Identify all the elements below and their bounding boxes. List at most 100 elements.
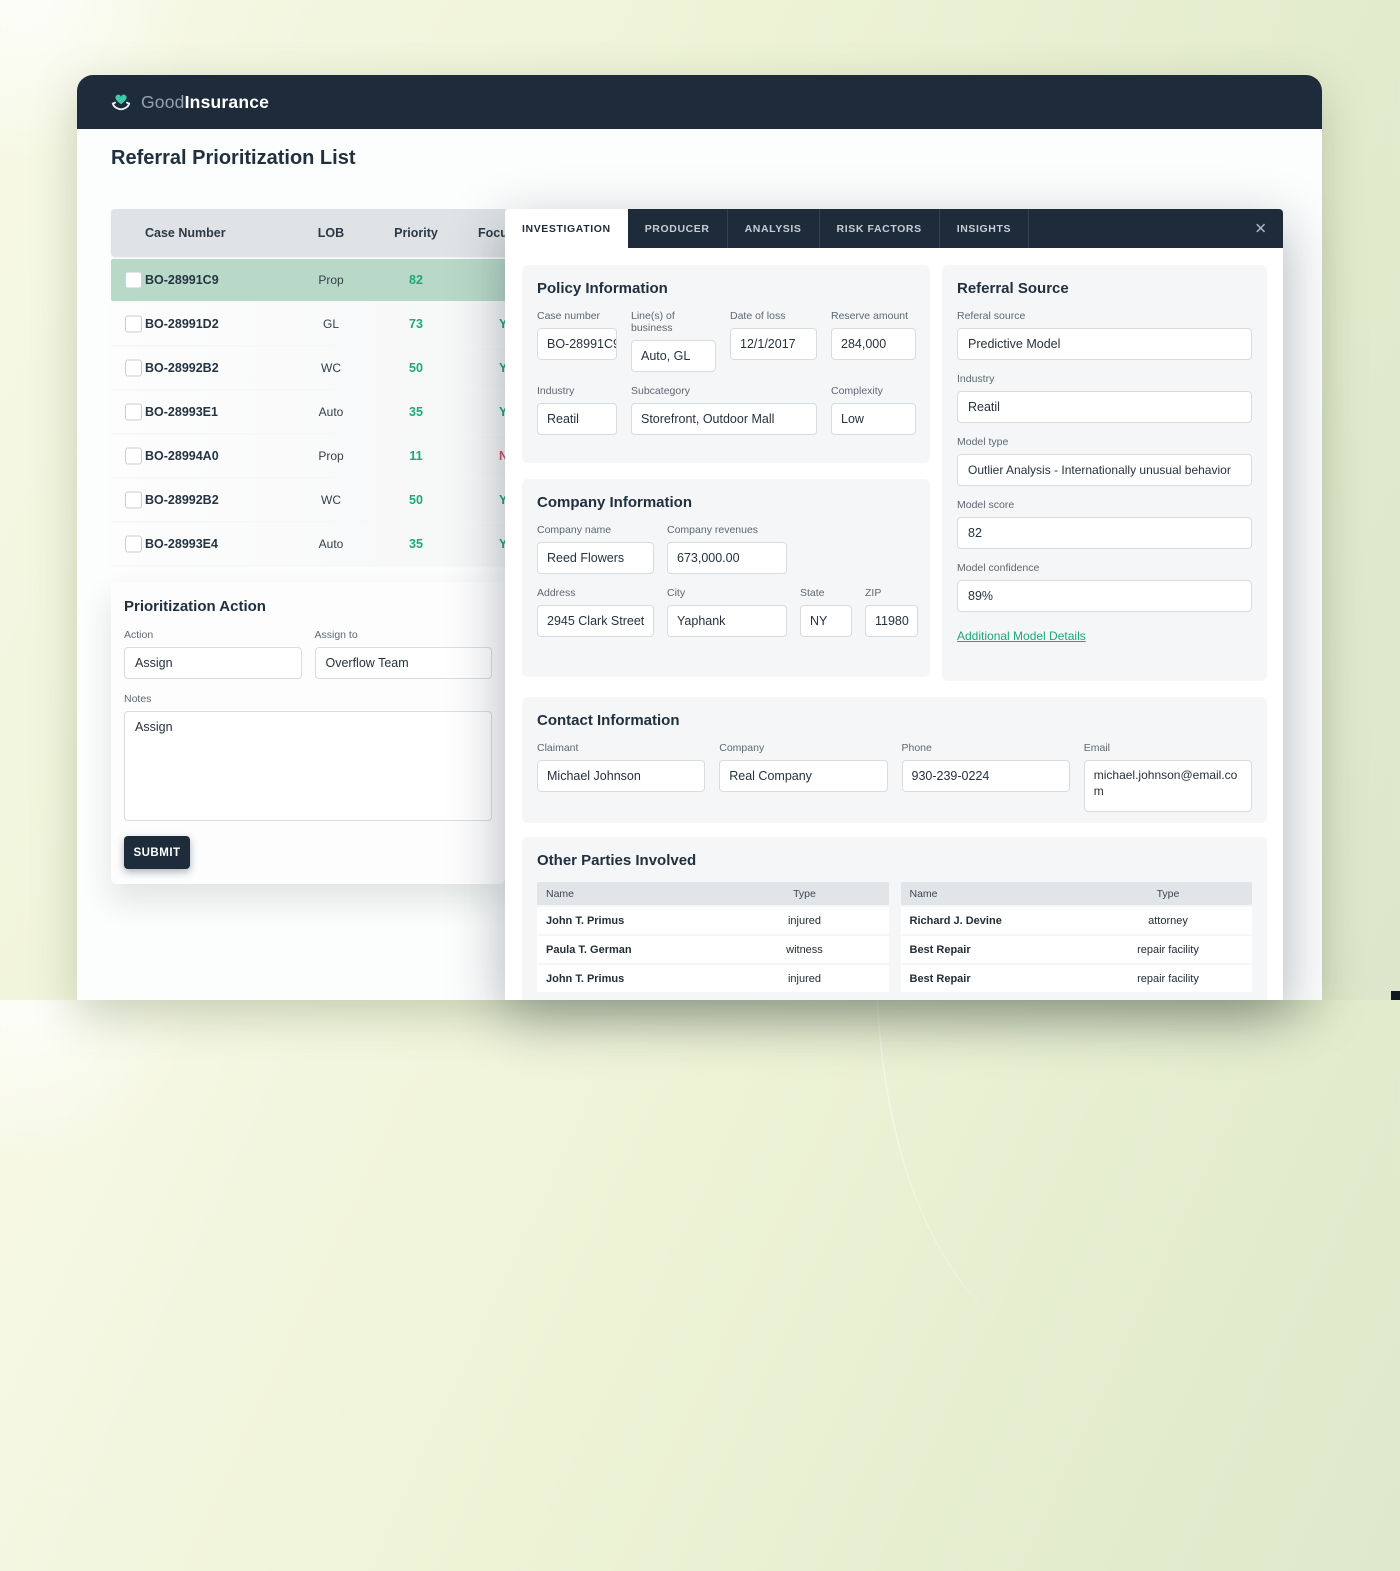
case-number-cell: BO-28992B2	[145, 361, 219, 375]
priority-cell: 35	[394, 405, 438, 419]
priority-cell: 82	[394, 273, 438, 287]
city-input[interactable]: Yaphank	[667, 605, 787, 637]
date-of-loss-label: Date of loss	[730, 310, 817, 322]
table-row[interactable]: BO-28994A0 Prop 11 N	[111, 435, 531, 477]
contact-company-input[interactable]: Real Company	[719, 760, 887, 792]
state-input[interactable]: NY	[800, 605, 852, 637]
prioritization-action-panel: Prioritization Action Action Assign Assi…	[111, 582, 505, 884]
tab-insights[interactable]: INSIGHTS	[940, 209, 1029, 248]
assign-to-input[interactable]: Overflow Team	[315, 647, 493, 679]
case-number-input[interactable]: BO-28991C9	[537, 328, 617, 360]
heart-hands-logo-icon	[110, 91, 132, 113]
model-score-input[interactable]: 82	[957, 517, 1252, 549]
company-information-card: Company Information Company name Reed Fl…	[522, 479, 930, 677]
company-name-input[interactable]: Reed Flowers	[537, 542, 654, 574]
tab-analysis[interactable]: ANALYSIS	[728, 209, 820, 248]
email-input[interactable]: michael.johnson@email.com	[1084, 760, 1252, 812]
party-row[interactable]: Best Repair repair facility	[901, 936, 1253, 963]
case-number-cell: BO-28994A0	[145, 449, 219, 463]
subcategory-label: Subcategory	[631, 385, 817, 397]
date-of-loss-input[interactable]: 12/1/2017	[730, 328, 817, 360]
party-row[interactable]: Richard J. Devine attorney	[901, 907, 1253, 934]
party-row[interactable]: Best Repair repair facility	[901, 965, 1253, 992]
table-row[interactable]: BO-28993E4 Auto 35 Y	[111, 523, 531, 565]
app-header: GoodInsurance	[77, 75, 1322, 129]
zip-input[interactable]: 11980	[865, 605, 918, 637]
col-header-lob: LOB	[301, 226, 361, 240]
modal-pointer-notch	[505, 275, 506, 293]
assign-to-label: Assign to	[315, 629, 493, 641]
model-confidence-input[interactable]: 89%	[957, 580, 1252, 612]
case-table: Case Number LOB Priority Focus BO-28991C…	[111, 209, 531, 565]
reserve-amount-input[interactable]: 284,000	[831, 328, 916, 360]
submit-button[interactable]: SUBMIT	[124, 836, 190, 869]
table-row-selected[interactable]: BO-28991C9 Prop 82	[111, 259, 531, 301]
additional-model-details-link[interactable]: Additional Model Details	[957, 629, 1086, 643]
referral-industry-input[interactable]: Reatil	[957, 391, 1252, 423]
party-name: Richard J. Devine	[910, 915, 1093, 927]
contact-company-label: Company	[719, 742, 887, 754]
row-checkbox[interactable]	[125, 404, 142, 421]
party-name: Best Repair	[910, 944, 1093, 956]
table-row[interactable]: BO-28991D2 GL 73 Y	[111, 303, 531, 345]
industry-input[interactable]: Reatil	[537, 403, 617, 435]
row-checkbox[interactable]	[125, 536, 142, 553]
action-input[interactable]: Assign	[124, 647, 302, 679]
close-icon[interactable]: ✕	[1254, 221, 1267, 236]
case-number-label: Case number	[537, 310, 617, 322]
referral-source-card: Referral Source Referal source Predictiv…	[942, 265, 1267, 681]
company-information-title: Company Information	[537, 494, 915, 511]
party-name: John T. Primus	[546, 973, 729, 985]
table-row[interactable]: BO-28993E1 Auto 35 Y	[111, 391, 531, 433]
complexity-input[interactable]: Low	[831, 403, 916, 435]
address-label: Address	[537, 587, 654, 599]
row-checkbox[interactable]	[125, 448, 142, 465]
parties-table-right: Name Type Richard J. Devine attorney Bes…	[901, 882, 1253, 992]
party-row[interactable]: Paula T. German witness	[537, 936, 889, 963]
model-type-label: Model type	[957, 436, 1252, 448]
table-row[interactable]: BO-28992B2 WC 50 Y	[111, 347, 531, 389]
lob-cell: Prop	[301, 273, 361, 287]
modal-body: Policy Information Case number BO-28991C…	[505, 248, 1283, 1000]
complexity-label: Complexity	[831, 385, 916, 397]
tab-producer[interactable]: PRODUCER	[628, 209, 728, 248]
zip-label: ZIP	[865, 587, 918, 599]
priority-cell: 35	[394, 537, 438, 551]
parties-type-header: Type	[1093, 888, 1243, 900]
company-revenues-input[interactable]: 673,000.00	[667, 542, 787, 574]
model-score-label: Model score	[957, 499, 1252, 511]
reserve-amount-label: Reserve amount	[831, 310, 916, 322]
phone-label: Phone	[902, 742, 1070, 754]
notes-textarea[interactable]: Assign	[124, 711, 492, 821]
contact-information-title: Contact Information	[537, 712, 1252, 729]
policy-information-card: Policy Information Case number BO-28991C…	[522, 265, 930, 463]
other-parties-card: Other Parties Involved Name Type John T.…	[522, 837, 1267, 1000]
claimant-input[interactable]: Michael Johnson	[537, 760, 705, 792]
lob-cell: Auto	[301, 405, 361, 419]
case-number-cell: BO-28991D2	[145, 317, 219, 331]
contact-information-card: Contact Information Claimant Michael Joh…	[522, 697, 1267, 823]
row-checkbox[interactable]	[125, 316, 142, 333]
brand-prefix: Good	[141, 92, 185, 112]
row-checkbox[interactable]	[125, 272, 142, 289]
row-checkbox[interactable]	[125, 492, 142, 509]
case-detail-modal: INVESTIGATION PRODUCER ANALYSIS RISK FAC…	[505, 209, 1283, 1000]
model-type-input[interactable]: Outlier Analysis - Internationally unusu…	[957, 454, 1252, 486]
party-row[interactable]: John T. Primus injured	[537, 907, 889, 934]
subcategory-input[interactable]: Storefront, Outdoor Mall	[631, 403, 817, 435]
table-row[interactable]: BO-28992B2 WC 50 Y	[111, 479, 531, 521]
tab-investigation[interactable]: INVESTIGATION	[505, 209, 628, 248]
party-row[interactable]: John T. Primus injured	[537, 965, 889, 992]
case-number-cell: BO-28991C9	[145, 273, 219, 287]
brand-suffix: Insurance	[185, 92, 269, 112]
model-confidence-label: Model confidence	[957, 562, 1252, 574]
address-input[interactable]: 2945 Clark Street	[537, 605, 654, 637]
tab-risk-factors[interactable]: RISK FACTORS	[820, 209, 940, 248]
referral-source-input[interactable]: Predictive Model	[957, 328, 1252, 360]
col-header-priority: Priority	[394, 226, 438, 240]
referral-source-label: Referal source	[957, 310, 1252, 322]
phone-input[interactable]: 930-239-0224	[902, 760, 1070, 792]
lines-of-business-input[interactable]: Auto, GL	[631, 340, 716, 372]
state-label: State	[800, 587, 852, 599]
row-checkbox[interactable]	[125, 360, 142, 377]
